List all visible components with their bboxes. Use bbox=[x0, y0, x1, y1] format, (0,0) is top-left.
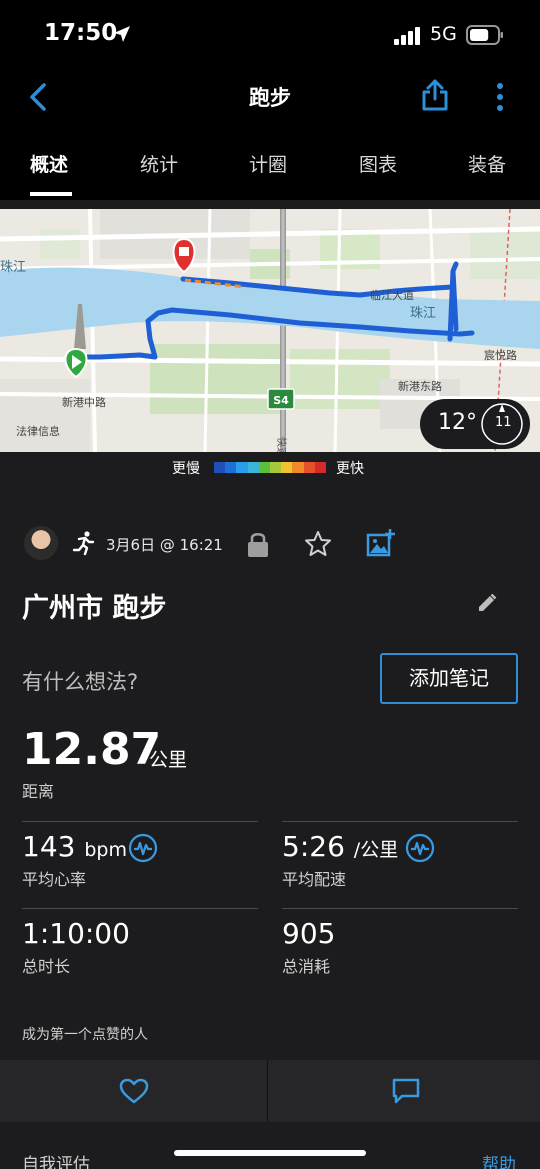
tab-laps[interactable]: 计圈 bbox=[249, 150, 287, 177]
tab-stats[interactable]: 统计 bbox=[140, 150, 178, 177]
legend-color-swatch bbox=[236, 462, 248, 473]
tab-overview[interactable]: 概述 bbox=[30, 150, 68, 177]
route-map[interactable]: S4 临江大道 珠江 珠江 新港中路 新港东路 宸悦路 法律信息 快速 12° … bbox=[0, 209, 540, 452]
duration-label: 总时长 bbox=[22, 957, 71, 976]
divider bbox=[22, 821, 258, 822]
heart-rate-stat: 143 bpm bbox=[22, 830, 127, 863]
divider bbox=[282, 821, 518, 822]
divider bbox=[282, 908, 518, 909]
legend-color-swatch bbox=[214, 462, 226, 473]
legend-color-swatch bbox=[258, 462, 271, 473]
back-button[interactable] bbox=[24, 80, 54, 114]
map-label-zhujiang: 珠江 bbox=[410, 306, 436, 321]
legend-color-swatch bbox=[225, 462, 237, 473]
more-options-button[interactable] bbox=[490, 80, 510, 114]
comment-icon bbox=[392, 1078, 419, 1104]
wind-speed-label: 11 bbox=[495, 415, 512, 430]
map-label-legal[interactable]: 法律信息 bbox=[16, 424, 60, 438]
lock-icon[interactable] bbox=[246, 530, 270, 558]
duration-value: 1:10:00 bbox=[22, 917, 130, 950]
edit-pencil-icon[interactable] bbox=[476, 592, 498, 614]
avatar[interactable] bbox=[24, 526, 58, 560]
legend-color-swatch bbox=[292, 462, 304, 473]
map-label-zhujiang-left: 珠江 bbox=[0, 260, 26, 275]
distance-label: 距离 bbox=[22, 782, 55, 801]
tab-gear[interactable]: 装备 bbox=[468, 150, 506, 177]
map-label-chenyue: 宸悦路 bbox=[484, 348, 517, 362]
location-arrow-icon bbox=[114, 26, 130, 42]
home-indicator bbox=[174, 1150, 366, 1156]
add-note-button[interactable]: 添加笔记 bbox=[380, 653, 518, 704]
legend-color-swatch bbox=[303, 462, 315, 473]
comment-button[interactable] bbox=[271, 1060, 540, 1122]
nav-bar bbox=[0, 70, 540, 128]
active-tab-indicator bbox=[30, 192, 72, 196]
distance-value: 12.87 bbox=[22, 724, 162, 775]
legend-fast-label: 更快 bbox=[336, 461, 364, 477]
favorite-star-icon[interactable] bbox=[304, 530, 332, 558]
activity-date: 3月6日 @ 16:21 bbox=[106, 536, 223, 554]
thoughts-prompt[interactable]: 有什么想法? bbox=[22, 666, 138, 696]
calories-label: 总消耗 bbox=[282, 957, 331, 976]
status-time: 17:50 bbox=[44, 20, 118, 46]
tab-charts[interactable]: 图表 bbox=[359, 150, 397, 177]
like-button[interactable] bbox=[0, 1060, 268, 1122]
help-link[interactable]: 帮助 bbox=[482, 1150, 516, 1169]
signal-icon bbox=[394, 27, 420, 45]
activity-title: 广州市 跑步 bbox=[22, 593, 167, 624]
highway-label: S4 bbox=[273, 394, 289, 407]
calories-value: 905 bbox=[282, 917, 336, 950]
legend-color-swatch bbox=[270, 462, 282, 473]
legend-color-swatch bbox=[247, 462, 259, 473]
add-photo-icon[interactable] bbox=[366, 528, 396, 558]
map-label-express: 快速 bbox=[275, 437, 287, 452]
divider bbox=[22, 908, 258, 909]
heart-rate-label: 平均心率 bbox=[22, 870, 87, 889]
kudos-prompt: 成为第一个点赞的人 bbox=[22, 1027, 148, 1043]
map-label-linjiang: 临江大道 bbox=[370, 288, 414, 302]
share-icon bbox=[422, 79, 448, 111]
battery-icon bbox=[466, 25, 503, 45]
distance-unit: 公里 bbox=[149, 749, 188, 771]
weather-widget[interactable]: 12° 11 bbox=[420, 399, 530, 449]
pace-stat: 5:26 /公里 bbox=[282, 830, 398, 863]
legend-color-swatch bbox=[281, 462, 293, 473]
share-button[interactable] bbox=[420, 78, 450, 112]
heart-icon bbox=[119, 1078, 148, 1104]
map-label-xingang-west: 新港中路 bbox=[62, 395, 106, 409]
heart-rate-icon[interactable] bbox=[128, 833, 158, 863]
self-evaluation-label: 自我评估 bbox=[22, 1155, 90, 1169]
pace-unit: /公里 bbox=[353, 839, 399, 861]
chevron-left-icon bbox=[30, 83, 46, 111]
map-label-xingang-east: 新港东路 bbox=[398, 379, 442, 393]
pace-chart-icon[interactable] bbox=[405, 833, 435, 863]
legend-slow-label: 更慢 bbox=[172, 461, 200, 477]
legend-color-swatch bbox=[314, 462, 327, 473]
pace-value: 5:26 bbox=[282, 830, 345, 863]
heart-rate-value: 143 bbox=[22, 830, 76, 863]
network-type: 5G bbox=[430, 23, 457, 45]
legend-color-scale bbox=[214, 462, 327, 473]
more-vertical-icon bbox=[497, 83, 503, 111]
running-icon bbox=[72, 531, 95, 556]
pace-label: 平均配速 bbox=[282, 870, 347, 889]
temperature-label: 12° bbox=[438, 410, 477, 435]
heart-rate-unit: bpm bbox=[84, 839, 127, 861]
